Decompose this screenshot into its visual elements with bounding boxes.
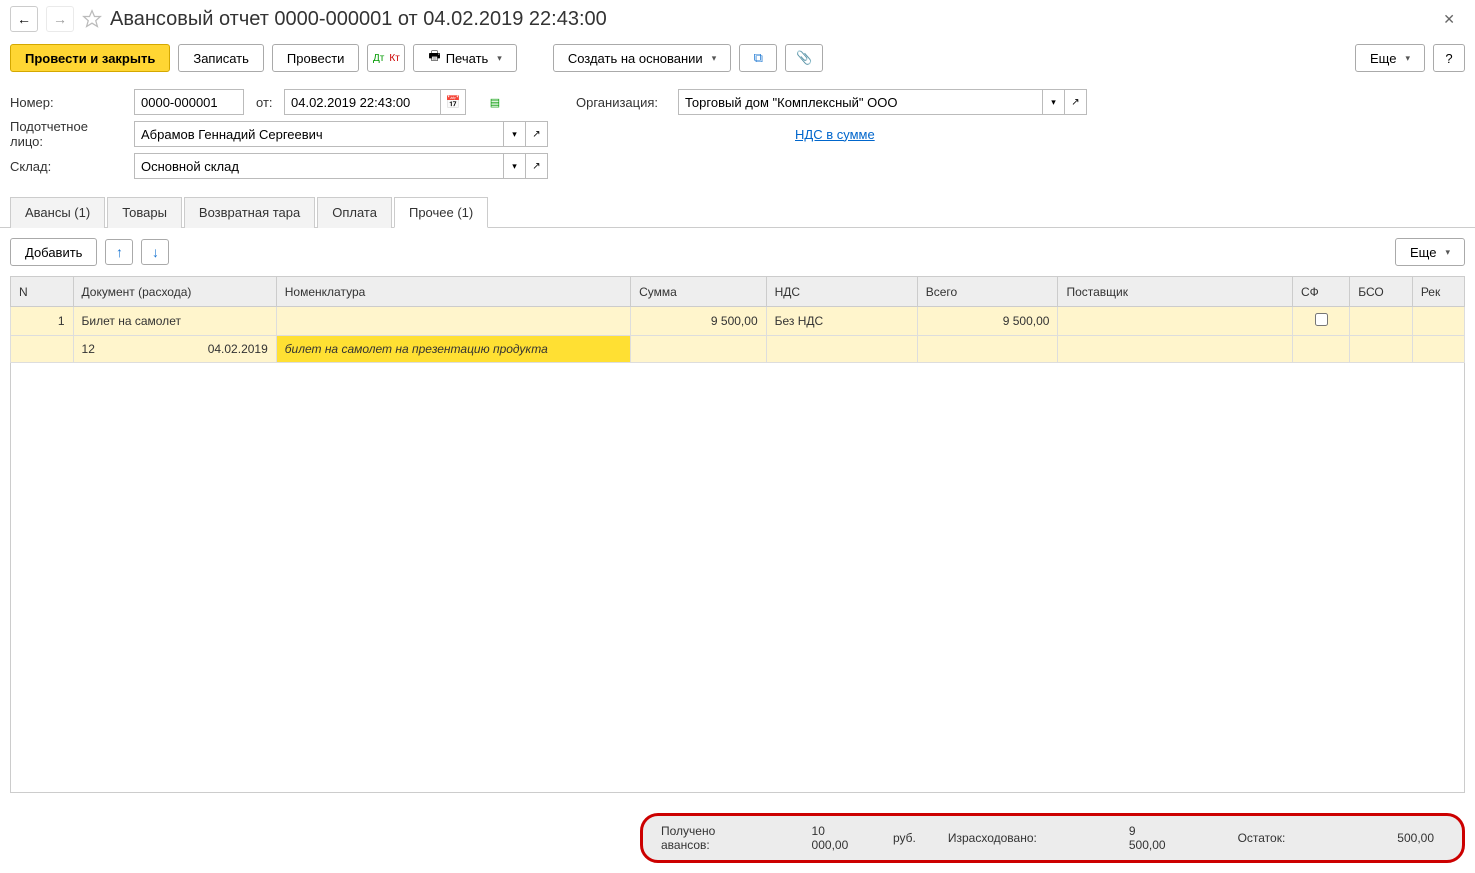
from-label: от:: [256, 95, 272, 110]
col-nomenclature[interactable]: Номенклатура: [276, 277, 630, 307]
sf-checkbox[interactable]: [1315, 313, 1328, 326]
number-field[interactable]: [134, 89, 244, 115]
spent-label: Израсходовано:: [948, 831, 1037, 845]
create-based-on-button[interactable]: Создать на основании: [553, 44, 731, 72]
tab-other[interactable]: Прочее (1): [394, 197, 488, 228]
col-supplier[interactable]: Поставщик: [1058, 277, 1293, 307]
col-bso[interactable]: БСО: [1350, 277, 1413, 307]
tab-goods[interactable]: Товары: [107, 197, 182, 228]
col-vat[interactable]: НДС: [766, 277, 917, 307]
document-status-icon[interactable]: ▤: [484, 91, 506, 113]
grid-empty-area: [10, 363, 1465, 793]
organization-field[interactable]: [678, 89, 1043, 115]
col-document[interactable]: Документ (расхода): [73, 277, 276, 307]
number-label: Номер:: [10, 95, 122, 110]
tab-advances[interactable]: Авансы (1): [10, 197, 105, 228]
add-button[interactable]: Добавить: [10, 238, 97, 266]
other-expenses-table: N Документ (расхода) Номенклатура Сумма …: [10, 276, 1465, 363]
organization-open[interactable]: ↗: [1065, 89, 1087, 115]
spent-value: 9 500,00: [1129, 824, 1166, 852]
col-sf[interactable]: СФ: [1292, 277, 1349, 307]
person-dropdown[interactable]: ▾: [504, 121, 526, 147]
save-button[interactable]: Записать: [178, 44, 264, 72]
post-button[interactable]: Провести: [272, 44, 360, 72]
col-total[interactable]: Всего: [917, 277, 1058, 307]
warehouse-field[interactable]: [134, 153, 504, 179]
more-button[interactable]: Еще: [1355, 44, 1425, 72]
warehouse-dropdown[interactable]: ▾: [504, 153, 526, 179]
person-open[interactable]: ↗: [526, 121, 548, 147]
dtkt-button[interactable]: ДтКт: [367, 44, 405, 72]
col-rek[interactable]: Рек: [1412, 277, 1464, 307]
move-down-button[interactable]: ↓: [141, 239, 169, 265]
favorite-star-icon[interactable]: [82, 9, 102, 29]
balance-value: 500,00: [1397, 831, 1434, 845]
back-button[interactable]: ←: [10, 6, 38, 32]
col-sum[interactable]: Сумма: [631, 277, 766, 307]
printer-icon: 🖶: [428, 47, 440, 69]
organization-label: Организация:: [576, 95, 666, 110]
warehouse-label: Склад:: [10, 159, 122, 174]
page-title: Авансовый отчет 0000-000001 от 04.02.201…: [110, 8, 607, 31]
forward-button[interactable]: →: [46, 6, 74, 32]
print-button[interactable]: 🖶Печать: [413, 44, 516, 72]
calendar-icon[interactable]: 📅: [440, 89, 466, 115]
balance-label: Остаток:: [1238, 831, 1286, 845]
tab-more-button[interactable]: Еще: [1395, 238, 1465, 266]
warehouse-open[interactable]: ↗: [526, 153, 548, 179]
person-label: Подотчетное лицо:: [10, 119, 122, 149]
currency-label: руб.: [893, 831, 916, 845]
received-value: 10 000,00: [812, 824, 851, 852]
received-label: Получено авансов:: [661, 824, 740, 852]
vat-link[interactable]: НДС в сумме: [795, 127, 875, 142]
organization-dropdown[interactable]: ▾: [1043, 89, 1065, 115]
paperclip-icon: 📎: [796, 50, 812, 66]
attachment-button[interactable]: 📎: [785, 44, 823, 72]
date-field[interactable]: [284, 89, 440, 115]
move-up-button[interactable]: ↑: [105, 239, 133, 265]
table-row[interactable]: 1 Билет на самолет 9 500,00 Без НДС 9 50…: [11, 307, 1465, 336]
tab-tara[interactable]: Возвратная тара: [184, 197, 315, 228]
tab-payment[interactable]: Оплата: [317, 197, 392, 228]
structure-button[interactable]: ⧉: [739, 44, 777, 72]
person-field[interactable]: [134, 121, 504, 147]
col-n[interactable]: N: [11, 277, 74, 307]
close-icon[interactable]: ✕: [1433, 11, 1465, 28]
link-icon: ⧉: [754, 50, 763, 66]
post-and-close-button[interactable]: Провести и закрыть: [10, 44, 170, 72]
help-button[interactable]: ?: [1433, 44, 1465, 72]
table-row[interactable]: 1204.02.2019 билет на самолет на презент…: [11, 336, 1465, 363]
